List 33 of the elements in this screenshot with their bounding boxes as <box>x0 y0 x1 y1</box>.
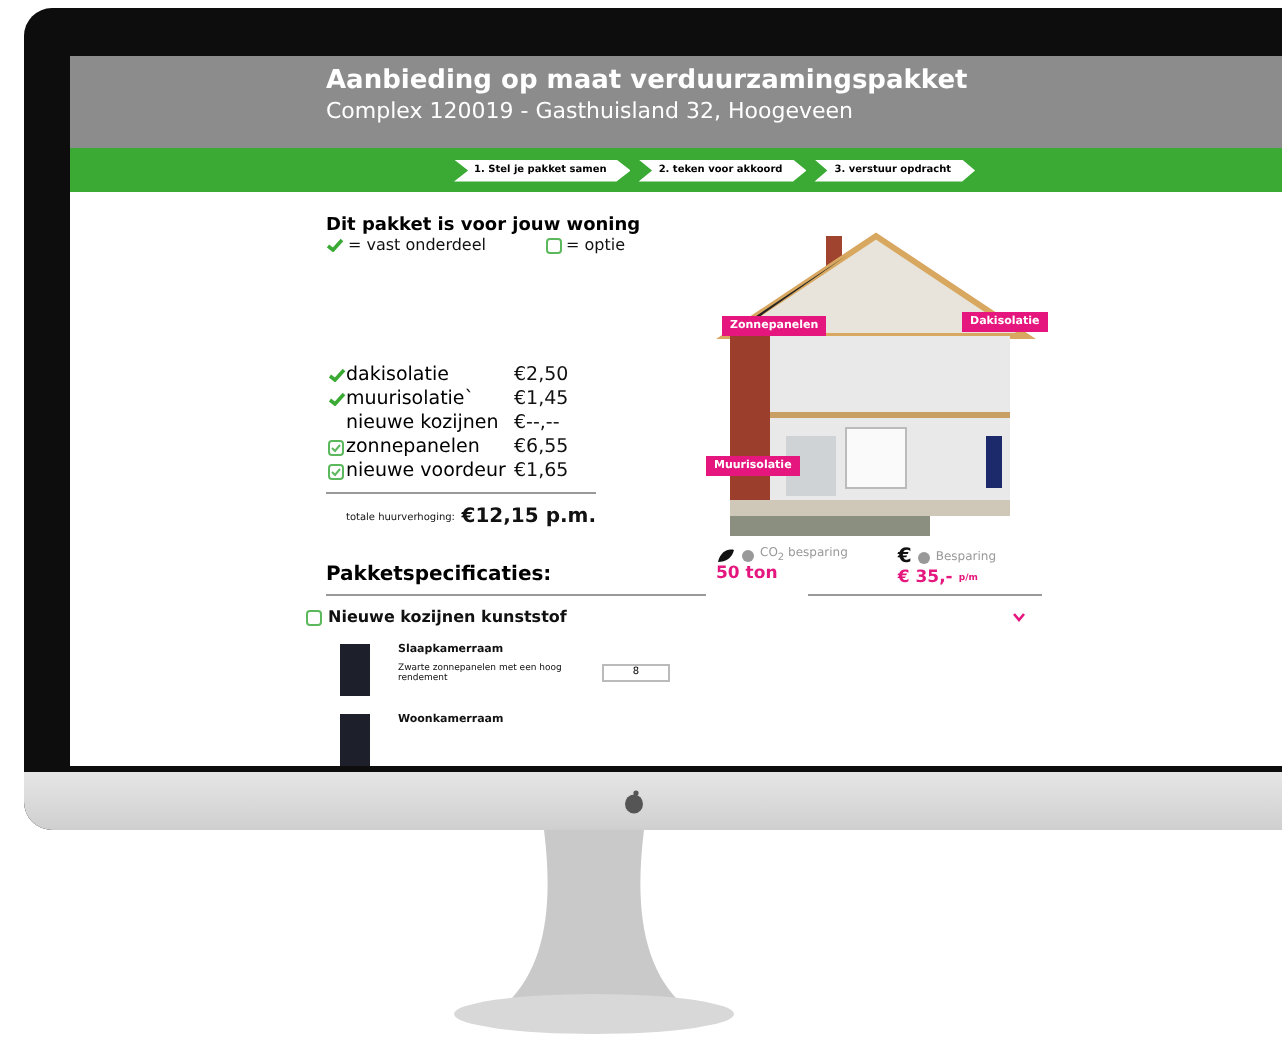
item-price: €6,55 <box>514 436 569 458</box>
item-price: €--,-- <box>514 412 560 434</box>
stat-value: 50 ton <box>716 564 778 585</box>
info-icon <box>742 549 754 562</box>
checkbox[interactable] <box>328 463 344 479</box>
legend-label: = optie <box>566 236 625 254</box>
total-price: €12,15 p.m. <box>461 506 596 528</box>
chevron-icon[interactable] <box>1012 612 1026 622</box>
info-icon <box>917 551 930 563</box>
page-title: Aanbieding op maat verduurzamingspakket <box>326 66 970 98</box>
item-price: €2,50 <box>514 364 569 386</box>
legend-label: = vast onderdeel <box>348 236 486 254</box>
solar-panel-image <box>340 714 370 766</box>
package-title: Dit pakket is voor jouw woning <box>326 216 643 236</box>
item-label: muurisolatie` <box>346 388 477 410</box>
solar-panel-image <box>340 644 370 696</box>
address-subtitle: Complex 120019 - Gasthuisland 32, Hoogeveen <box>326 98 855 126</box>
checkbox[interactable] <box>306 609 322 625</box>
specs-title: Pakketspecificaties: <box>326 564 706 596</box>
item-label: nieuwe voordeur <box>346 460 508 482</box>
euro-symbol: € <box>897 546 912 568</box>
item-label: zonnepanelen <box>346 436 482 458</box>
item-price: €1,45 <box>514 388 569 410</box>
logo-icon <box>623 789 643 813</box>
item-label: nieuwe kozijnen <box>346 412 501 434</box>
stat-value: € 35,- <box>897 568 953 588</box>
item-price: €1,65 <box>514 460 569 482</box>
option-label: Nieuwe kozijnen kunststof <box>328 608 569 626</box>
leaf-icon <box>716 547 736 564</box>
item-label: dakisolatie <box>346 364 451 386</box>
checkbox[interactable] <box>328 439 344 455</box>
checkmark-icon <box>326 238 344 252</box>
checkbox-icon <box>546 237 562 253</box>
